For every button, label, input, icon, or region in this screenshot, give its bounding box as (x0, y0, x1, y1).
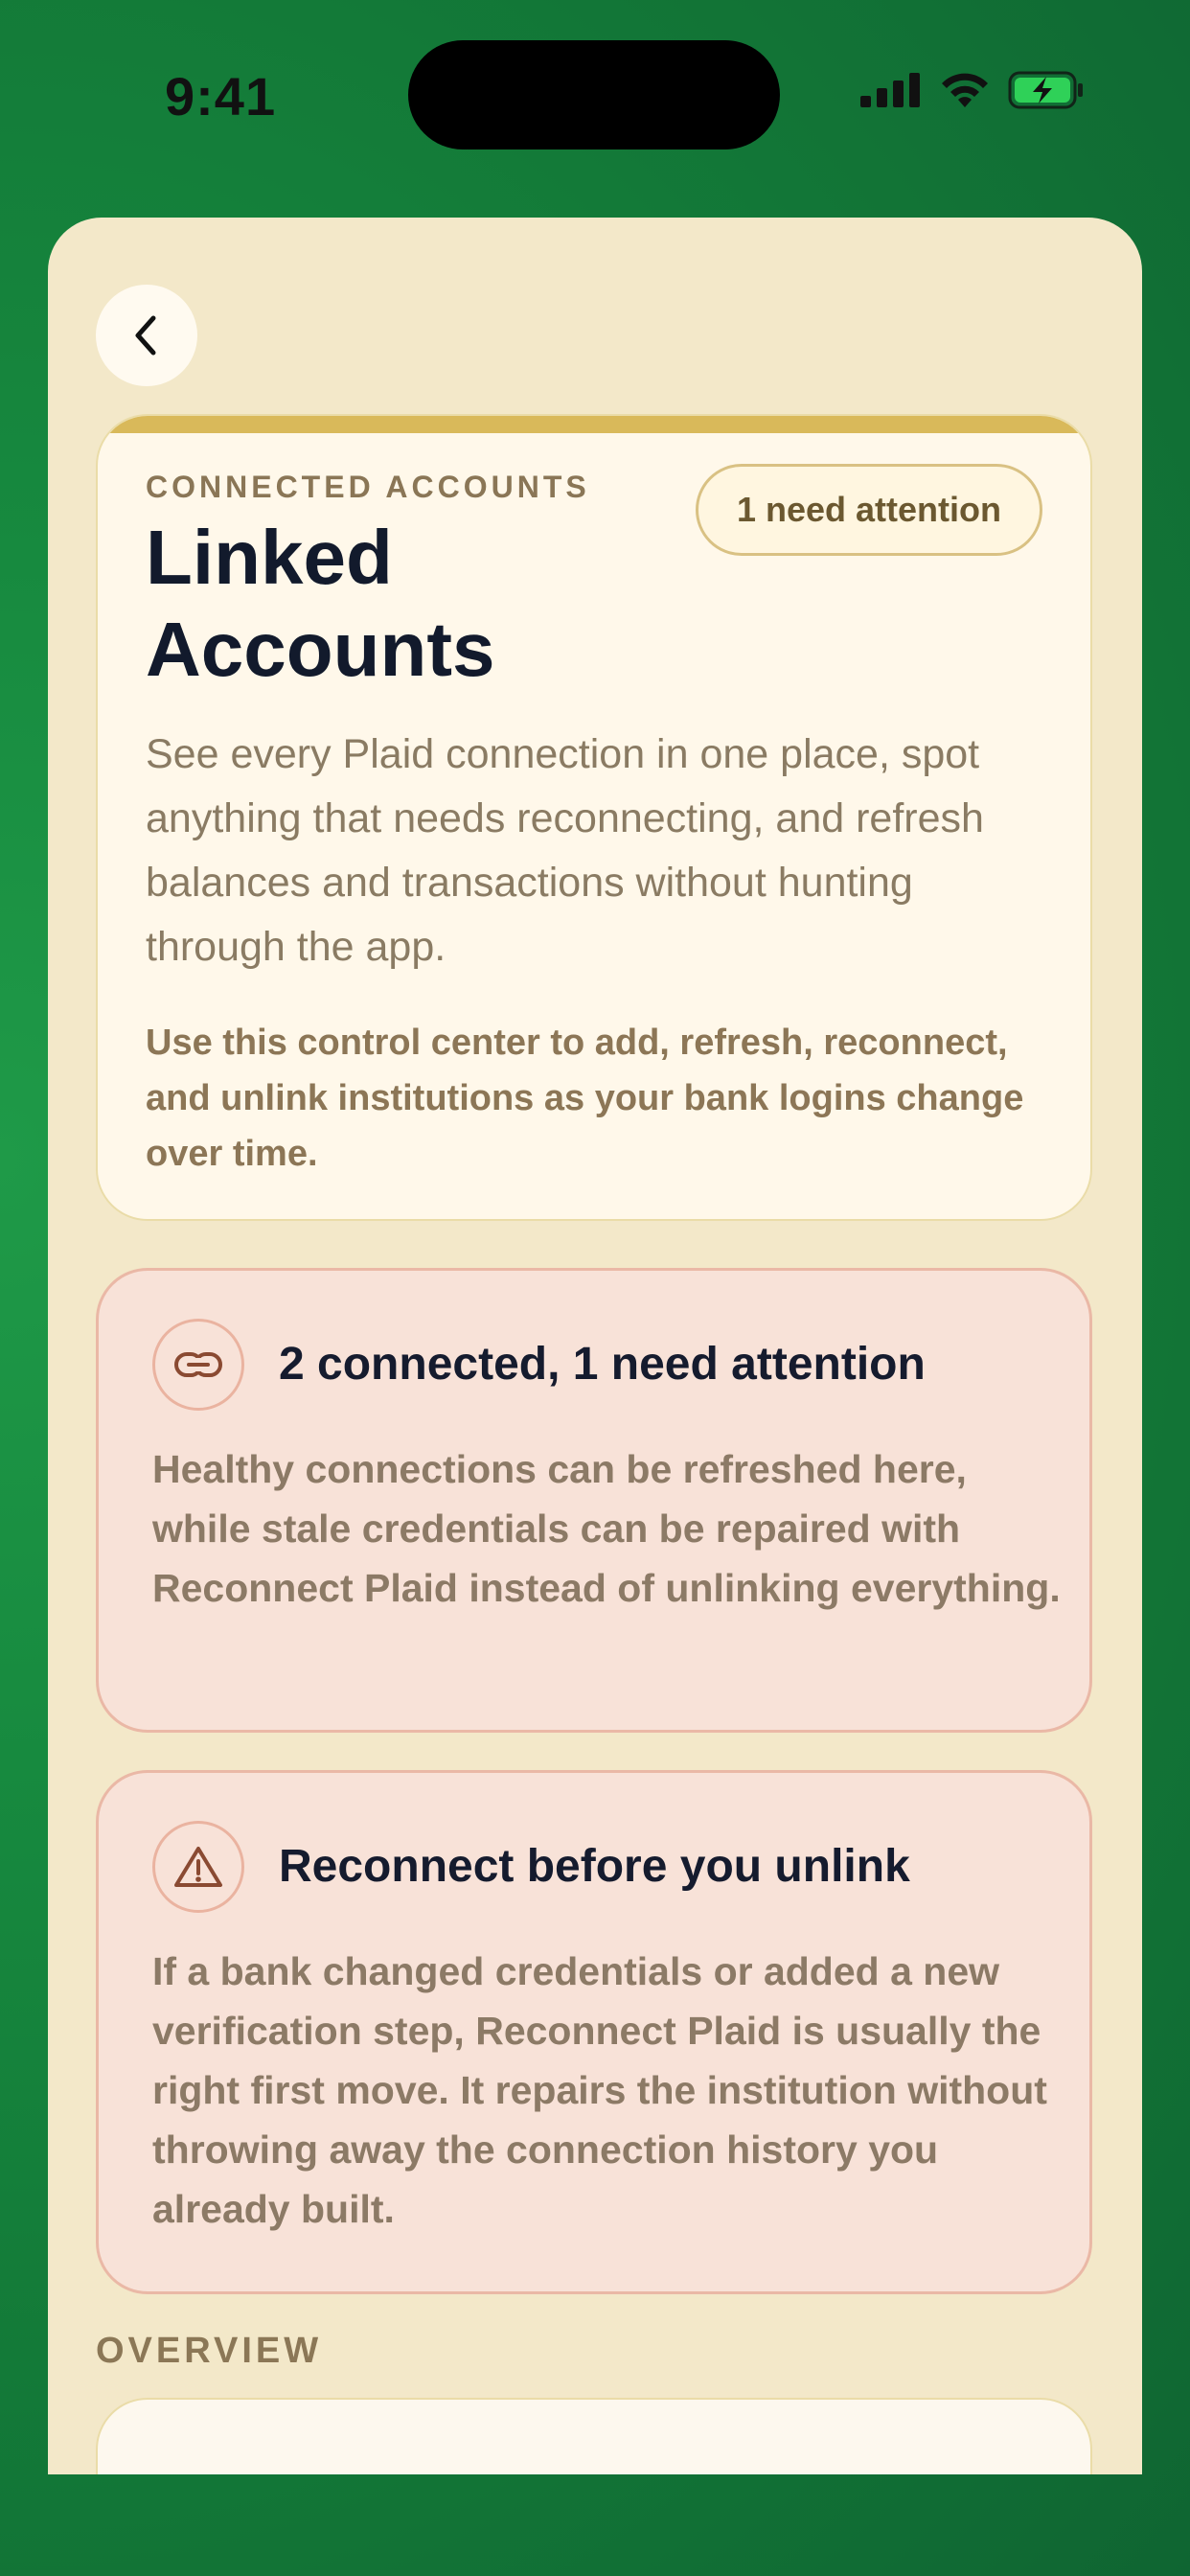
cellular-signal-icon (860, 73, 920, 107)
status-icons (860, 71, 1085, 109)
attention-badge[interactable]: 1 need attention (695, 464, 1042, 556)
hero-eyebrow: CONNECTED ACCOUNTS (146, 470, 590, 504)
battery-charging-icon (1008, 71, 1083, 109)
reconnect-tip-body: If a bank changed credentials or added a… (152, 1949, 1047, 2231)
hero-card: CONNECTED ACCOUNTS 1 need attention Link… (96, 414, 1092, 1221)
overview-section-label: OVERVIEW (96, 2331, 323, 2371)
chevron-left-icon (135, 315, 156, 356)
page-title-line2: Accounts (146, 607, 495, 692)
back-button[interactable] (96, 285, 197, 386)
linked-accounts-sheet: CONNECTED ACCOUNTS 1 need attention Link… (48, 218, 1142, 2474)
reconnect-tip-card: Reconnect before you unlink If a bank ch… (96, 1770, 1092, 2294)
wifi-icon (942, 73, 988, 107)
status-time: 9:41 (165, 66, 277, 126)
hero-note: Use this control center to add, refresh,… (146, 1023, 1024, 1174)
status-bar: 9:41 (0, 0, 1190, 192)
hero-accent-bar (98, 416, 1090, 433)
reconnect-tip-title: Reconnect before you unlink (279, 1841, 910, 1892)
link-icon (152, 1319, 244, 1411)
page-title: Linked Accounts (146, 512, 495, 696)
page-title-line1: Linked (146, 515, 393, 600)
hero-description: See every Plaid connection in one place,… (146, 731, 984, 970)
warning-icon (152, 1821, 244, 1913)
connection-summary-body: Healthy connections can be refreshed her… (152, 1447, 1061, 1610)
dynamic-island (408, 40, 780, 150)
connection-summary-card: 2 connected, 1 need attention Healthy co… (96, 1268, 1092, 1733)
connection-summary-title: 2 connected, 1 need attention (279, 1339, 926, 1390)
overview-card (96, 2398, 1092, 2474)
